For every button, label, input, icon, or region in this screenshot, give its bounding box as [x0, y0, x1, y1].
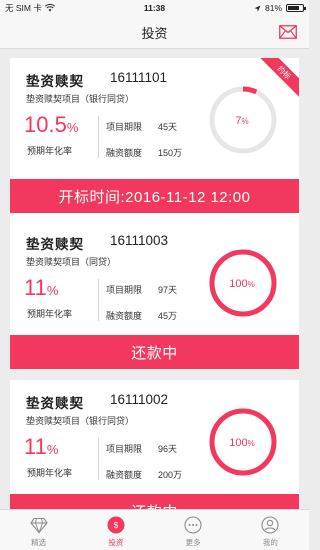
repaying-button[interactable]: 还款中	[10, 335, 299, 369]
annual-rate: 11%	[24, 434, 58, 463]
more-icon	[184, 516, 202, 534]
amount-value: 150万	[158, 148, 183, 158]
tab-label: 我的	[262, 538, 278, 547]
term-row: 项目期限 96天	[106, 442, 177, 455]
carrier-text: 无 SIM 卡	[5, 3, 42, 13]
product-card[interactable]: 垫资赎契 16111002 垫资赎契项目（银行同贷） 11% 预期年化率 项目期…	[10, 380, 299, 509]
product-code: 16111003	[110, 233, 169, 248]
amount-row: 融资额度 150万	[106, 146, 182, 159]
location-icon	[254, 5, 261, 11]
diamond-icon	[29, 517, 48, 534]
rate-unit: %	[46, 442, 59, 457]
amount-value: 200万	[158, 470, 183, 480]
tab-label: 投资	[108, 538, 124, 547]
amount-row: 融资额度 45万	[106, 309, 177, 322]
rate-unit: %	[46, 283, 59, 298]
product-card[interactable]: 约标 垫资赎契 16111101 垫资赎契项目（银行同贷） 10.5% 预期年化…	[10, 58, 299, 223]
product-name: 垫资赎契	[26, 237, 84, 252]
user-icon	[261, 516, 279, 534]
term-label: 项目期限	[106, 122, 143, 132]
term-value: 45天	[158, 122, 178, 132]
amount-label: 融资额度	[106, 148, 143, 158]
rate-label: 预期年化率	[27, 309, 73, 319]
rate-value: 11	[24, 434, 47, 459]
wifi-icon	[44, 4, 55, 12]
divider	[98, 116, 99, 158]
product-list[interactable]: 约标 垫资赎契 16111101 垫资赎契项目（银行同贷） 10.5% 预期年化…	[0, 49, 309, 509]
status-right: 81%	[254, 3, 306, 13]
rate-value: 11	[24, 275, 47, 300]
amount-row: 融资额度 200万	[106, 468, 182, 481]
tab-invest[interactable]: $ 投资	[77, 510, 154, 550]
divider	[98, 279, 99, 321]
divider	[98, 438, 99, 480]
nav-bar: 投资	[0, 16, 309, 49]
progress-ring: 100%	[209, 249, 277, 317]
tab-featured[interactable]: 精选	[0, 510, 77, 550]
product-subtitle: 垫资赎契项目（银行同贷）	[26, 94, 135, 104]
amount-label: 融资额度	[106, 311, 143, 321]
product-code: 16111002	[110, 392, 169, 407]
battery-icon	[286, 4, 306, 12]
product-name: 垫资赎契	[26, 74, 84, 89]
product-subtitle: 垫资赎契项目（银行同贷）	[26, 416, 135, 426]
annual-rate: 11%	[24, 275, 58, 304]
status-bar: 无 SIM 卡 11:38 81%	[0, 0, 309, 16]
amount-value: 45万	[158, 311, 178, 321]
open-time-button[interactable]: 开标时间:2016-11-12 12:00	[10, 179, 299, 213]
mail-icon[interactable]	[279, 25, 297, 39]
product-code: 16111101	[110, 70, 168, 85]
amount-label: 融资额度	[106, 470, 143, 480]
rate-value: 10.5	[24, 112, 67, 137]
product-card[interactable]: 垫资赎契 16111003 垫资赎契项目（同贷） 11% 预期年化率 项目期限 …	[10, 221, 299, 369]
tab-label: 更多	[185, 538, 201, 547]
page-title: 投资	[141, 25, 168, 41]
repaying-button[interactable]: 还款中	[10, 494, 299, 509]
battery-fill	[288, 6, 300, 10]
term-row: 项目期限 97天	[106, 283, 177, 296]
battery-percent: 81%	[264, 3, 282, 13]
progress-ring: 100%	[209, 408, 277, 476]
tab-more[interactable]: 更多	[155, 510, 232, 550]
term-value: 97天	[158, 285, 178, 295]
term-value: 96天	[158, 444, 178, 454]
term-label: 项目期限	[106, 444, 143, 454]
rate-unit: %	[66, 120, 79, 135]
rate-label: 预期年化率	[27, 146, 73, 156]
product-name: 垫资赎契	[26, 396, 84, 411]
progress-percent: 100%	[229, 437, 254, 449]
progress-percent: 7%	[235, 115, 248, 127]
term-row: 项目期限 45天	[106, 120, 177, 133]
term-label: 项目期限	[106, 285, 143, 295]
rate-label: 预期年化率	[27, 468, 73, 478]
tab-bar: 精选 $ 投资 更多 我的	[0, 509, 309, 550]
svg-text:$: $	[114, 521, 119, 530]
annual-rate: 10.5%	[24, 112, 78, 141]
coin-icon: $	[107, 516, 125, 534]
tab-mine[interactable]: 我的	[232, 510, 309, 550]
progress-ring: 7%	[209, 86, 277, 154]
tab-label: 精选	[31, 538, 47, 547]
status-left: 无 SIM 卡	[5, 2, 254, 14]
product-subtitle: 垫资赎契项目（同贷）	[26, 257, 117, 267]
progress-percent: 100%	[229, 278, 254, 290]
